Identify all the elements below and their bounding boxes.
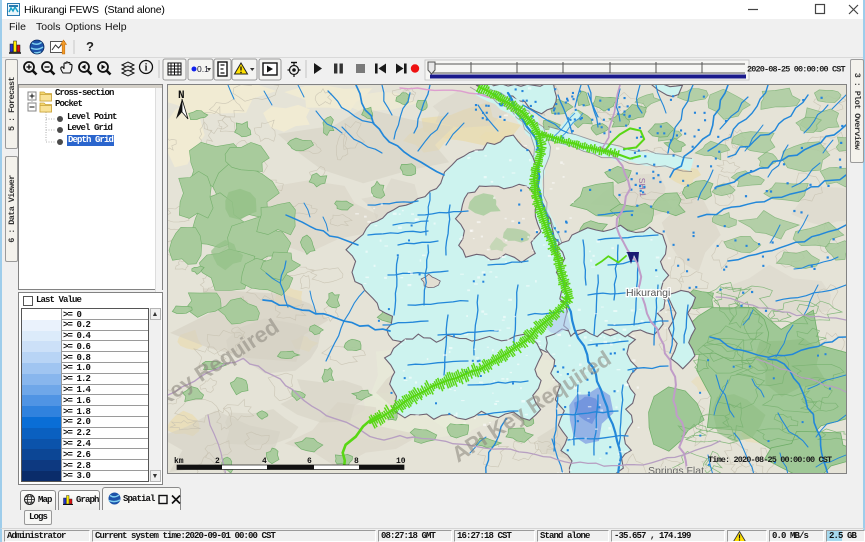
svg-text:2: 2 xyxy=(215,457,220,466)
svg-text:Time: 2020-08-25 00:00:00 CST: Time: 2020-08-25 00:00:00 CST xyxy=(708,455,832,465)
svg-text:0.1: 0.1 xyxy=(197,64,209,74)
svg-text:Hikurangi: Hikurangi xyxy=(626,287,670,299)
svg-text:6: 6 xyxy=(307,457,312,466)
svg-text:10: 10 xyxy=(396,457,406,466)
svg-text:i: i xyxy=(145,63,148,74)
svg-text:8: 8 xyxy=(354,457,359,466)
svg-text:Springs Flat: Springs Flat xyxy=(648,465,704,474)
svg-text:km: km xyxy=(174,457,184,466)
svg-text:4: 4 xyxy=(262,457,267,466)
svg-text:N: N xyxy=(178,90,185,102)
svg-text:2020-08-25 00:00:00 CST: 2020-08-25 00:00:00 CST xyxy=(747,65,846,75)
svg-text:SH 1: SH 1 xyxy=(637,178,648,198)
